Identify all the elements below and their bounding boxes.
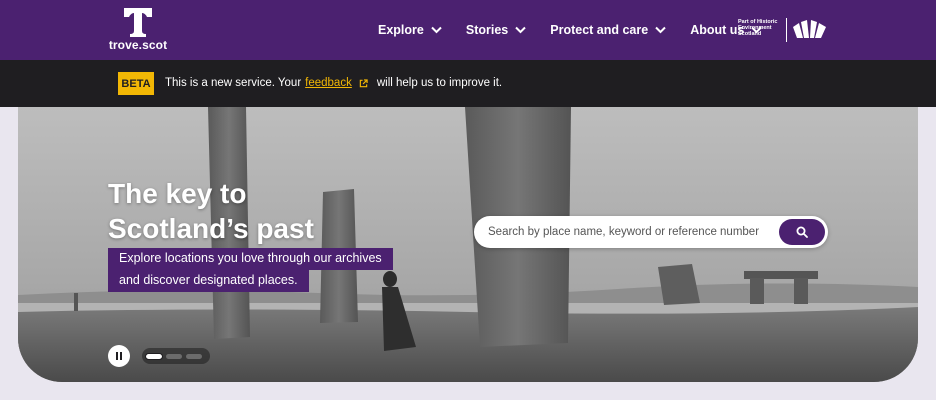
hero-subtitle: Explore locations you love through our a… (108, 248, 393, 292)
chevron-down-icon (431, 26, 442, 34)
trove-logo-link[interactable]: trove.scot (108, 6, 168, 56)
pause-icon (116, 352, 122, 360)
carousel-indicators (142, 348, 210, 364)
chevron-down-icon (515, 26, 526, 34)
nav-stories[interactable]: Stories (466, 23, 526, 37)
external-link-icon (359, 78, 368, 87)
nav-about-label: About us (690, 23, 745, 37)
beta-tag: BETA (118, 72, 154, 95)
carousel-dot-2[interactable] (166, 353, 182, 359)
main-nav: Explore Stories Protect and care About u… (378, 20, 763, 40)
carousel-pause-button[interactable] (108, 345, 130, 367)
nav-stories-label: Stories (465, 23, 509, 37)
beta-message: This is a new service. Your feedback wil… (165, 77, 502, 89)
beta-text-after: will help us to improve it. (376, 77, 503, 89)
partner-divider (786, 18, 787, 42)
historic-environment-scotland-logo-icon[interactable] (792, 18, 828, 40)
feedback-link[interactable]: feedback (305, 77, 352, 89)
hero-section: The key to Scotland’s past Explore locat… (18, 107, 918, 382)
search-icon (796, 226, 808, 238)
hero-title-line-2: Scotland’s past (108, 213, 314, 244)
search-input[interactable] (488, 216, 778, 248)
hero-title: The key to Scotland’s past (108, 176, 314, 246)
nav-protect-label: Protect and care (550, 23, 649, 37)
nav-explore[interactable]: Explore (378, 23, 442, 37)
partner-line-3: Scotland (738, 31, 762, 37)
site-header: trove.scot Explore Stories Protect and c… (0, 0, 936, 60)
beta-text-before: This is a new service. Your (165, 77, 302, 89)
search-button[interactable] (779, 219, 825, 245)
search-bar (474, 216, 828, 248)
nav-explore-label: Explore (378, 23, 424, 37)
carousel-dot-3[interactable] (186, 353, 202, 359)
hero-subtitle-line-1: Explore locations you love through our a… (108, 248, 393, 270)
hero-title-line-1: The key to (108, 178, 247, 209)
nav-protect-and-care[interactable]: Protect and care (550, 23, 666, 37)
logo-text: trove.scot (108, 38, 168, 52)
hero-subtitle-line-2: and discover designated places. (108, 270, 309, 292)
beta-banner: BETA This is a new service. Your feedbac… (0, 60, 936, 107)
partner-text: Part of Historic Environment Scotland (738, 19, 786, 37)
carousel-dot-1[interactable] (145, 352, 163, 360)
chevron-down-icon (655, 26, 666, 34)
trove-t-logo-icon (124, 8, 152, 37)
